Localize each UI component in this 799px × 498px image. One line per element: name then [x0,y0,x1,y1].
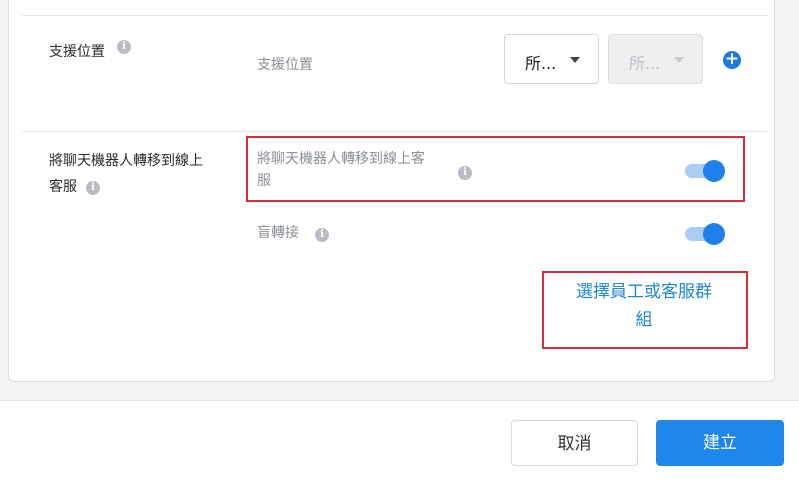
location-select[interactable]: 所... [504,34,599,84]
sub-location-select-value: 所... [629,54,661,73]
transfer-highlight-box [246,136,745,202]
support-location-field-label: 支援位置 [257,57,313,73]
chevron-down-icon [674,57,684,63]
dialog-footer: 取消 建立 [0,400,799,498]
top-divider [22,15,769,16]
add-location-plus-icon[interactable]: + [723,51,741,69]
info-icon[interactable]: i [315,228,329,242]
transfer-row-label-line2: 客服 [49,179,77,195]
select-agent-highlight-box [542,271,748,349]
blind-transfer-label: 盲轉接 [257,225,299,241]
info-icon[interactable]: i [86,181,100,195]
blind-transfer-toggle[interactable] [685,223,725,245]
section-divider [22,131,769,132]
location-select-value: 所... [525,54,557,73]
chevron-down-icon [570,57,580,63]
info-icon[interactable]: i [117,40,131,54]
transfer-row-label-line1: 將聊天機器人轉移到線上 [49,153,203,169]
create-button[interactable]: 建立 [656,420,784,466]
cancel-button[interactable]: 取消 [511,420,638,466]
support-location-row-label: 支援位置 [49,44,105,60]
toggle-knob [703,223,725,245]
sub-location-select[interactable]: 所... [608,34,703,84]
